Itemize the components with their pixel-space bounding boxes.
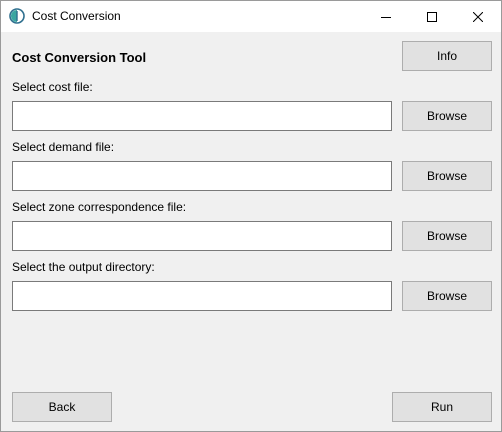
zone-correspondence-file-input[interactable] bbox=[12, 221, 392, 251]
maximize-icon bbox=[427, 11, 437, 22]
demand-file-input[interactable] bbox=[12, 161, 392, 191]
app-logo-icon bbox=[9, 8, 25, 24]
minimize-icon bbox=[381, 16, 391, 18]
maximize-button[interactable] bbox=[409, 1, 455, 32]
browse-output-directory-button[interactable]: Browse bbox=[402, 281, 492, 311]
output-directory-input[interactable] bbox=[12, 281, 392, 311]
back-button[interactable]: Back bbox=[12, 392, 112, 422]
browse-cost-file-button[interactable]: Browse bbox=[402, 101, 492, 131]
window-title: Cost Conversion bbox=[32, 9, 121, 23]
demand-file-label: Select demand file: bbox=[12, 140, 115, 154]
minimize-button[interactable] bbox=[363, 1, 409, 32]
zone-correspondence-file-label: Select zone correspondence file: bbox=[12, 200, 187, 214]
info-button[interactable]: Info bbox=[402, 41, 492, 71]
browse-zone-correspondence-file-button[interactable]: Browse bbox=[402, 221, 492, 251]
tool-heading: Cost Conversion Tool bbox=[12, 50, 147, 65]
cost-file-input[interactable] bbox=[12, 101, 392, 131]
output-directory-label: Select the output directory: bbox=[12, 260, 155, 274]
title-bar[interactable]: Cost Conversion bbox=[1, 1, 501, 32]
app-window: Cost Conversion Cost Conversion Tool Inf… bbox=[0, 0, 502, 432]
close-icon bbox=[473, 11, 483, 22]
main-panel: Cost Conversion Tool Info Select cost fi… bbox=[1, 32, 501, 431]
cost-file-label: Select cost file: bbox=[12, 80, 93, 94]
close-button[interactable] bbox=[455, 1, 501, 32]
run-button[interactable]: Run bbox=[392, 392, 492, 422]
browse-demand-file-button[interactable]: Browse bbox=[402, 161, 492, 191]
